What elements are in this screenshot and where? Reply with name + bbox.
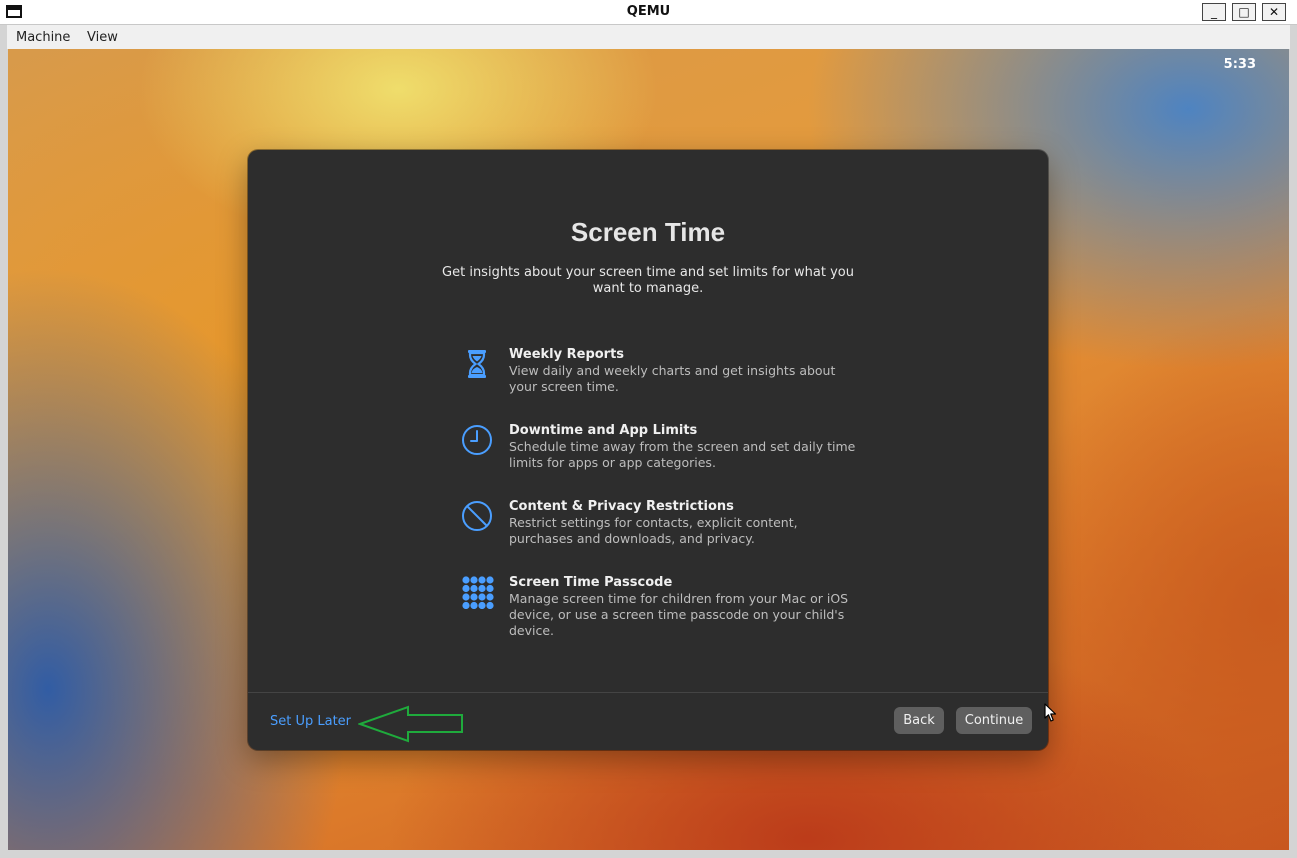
feature-title: Content & Privacy Restrictions xyxy=(509,499,734,514)
close-button[interactable]: ✕ xyxy=(1262,3,1286,21)
set-up-later-link[interactable]: Set Up Later xyxy=(270,714,351,729)
feature-description: Schedule time away from the screen and s… xyxy=(509,439,856,470)
mouse-cursor-icon xyxy=(1044,703,1057,722)
footer-divider xyxy=(248,692,1048,693)
clock-icon xyxy=(462,425,492,455)
continue-button[interactable]: Continue xyxy=(956,707,1032,734)
menu-clock: 5:33 xyxy=(1223,57,1256,72)
feature-title: Downtime and App Limits xyxy=(509,423,698,438)
restricted-icon xyxy=(462,501,492,531)
keypad-icon xyxy=(462,576,494,609)
annotation-arrow-icon xyxy=(358,705,463,743)
feature-description: Restrict settings for contacts, explicit… xyxy=(509,515,798,546)
feature-title: Screen Time Passcode xyxy=(509,575,673,590)
window-title: QEMU xyxy=(626,4,671,19)
maximize-button[interactable]: □ xyxy=(1232,3,1256,21)
back-button[interactable]: Back xyxy=(894,707,944,734)
minimize-button[interactable]: _ xyxy=(1202,3,1226,21)
menu-machine[interactable]: Machine xyxy=(16,30,70,45)
feature-description: View daily and weekly charts and get ins… xyxy=(509,363,836,394)
screen-time-dialog: Screen Time Get insights about your scre… xyxy=(248,150,1048,750)
feature-description: Manage screen time for children from you… xyxy=(509,591,849,638)
hourglass-icon xyxy=(468,350,486,378)
dialog-title: Screen Time xyxy=(570,217,726,247)
feature-title: Weekly Reports xyxy=(509,347,625,362)
qemu-window: QEMU _ □ ✕ Machine View 5:33 Screen Time… xyxy=(0,0,1297,858)
menu-bar: Machine View xyxy=(7,25,1290,49)
menu-view[interactable]: View xyxy=(87,30,118,45)
title-bar: QEMU _ □ ✕ xyxy=(0,0,1297,25)
dialog-subtitle: Get insights about your screen time and … xyxy=(442,265,854,296)
guest-screen: 5:33 Screen Time Get insights about your… xyxy=(8,49,1289,850)
